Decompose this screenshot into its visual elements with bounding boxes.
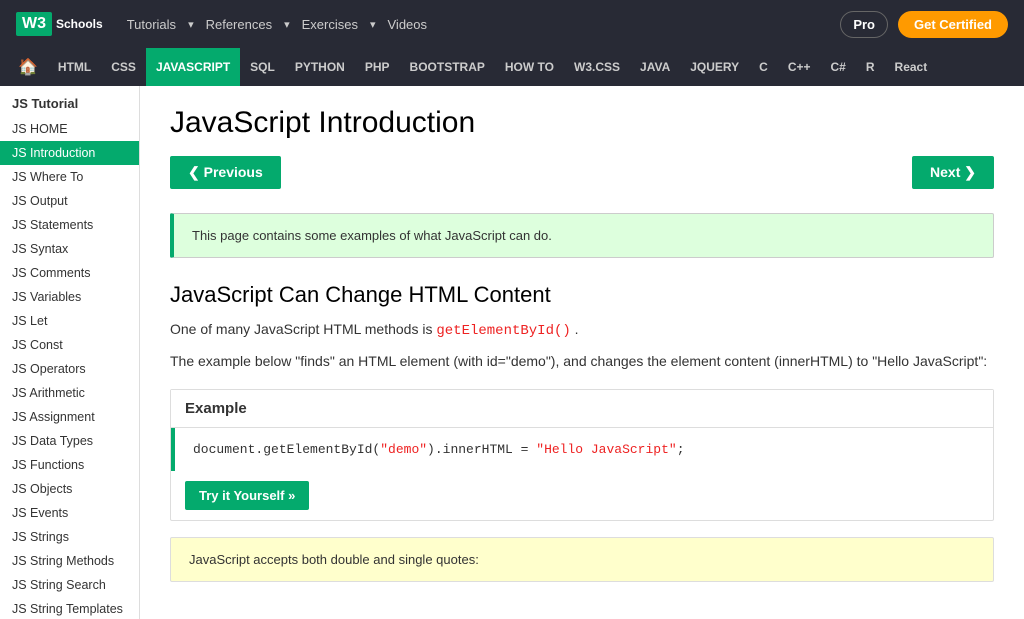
yellow-info-box: JavaScript accepts both double and singl… [170,537,994,582]
example-code: document.getElementById("demo").innerHTM… [171,428,993,471]
example-box: Example document.getElementById("demo").… [170,389,994,521]
info-box: This page contains some examples of what… [170,213,994,258]
sidebar-item-js-where-to[interactable]: JS Where To [0,165,139,189]
sidebar-item-js-output[interactable]: JS Output [0,189,139,213]
pro-badge[interactable]: Pro [840,11,888,38]
code-method: document.getElementById( [193,442,380,457]
code-string2: "Hello JavaScript" [536,442,676,457]
sidebar-item-js-variables[interactable]: JS Variables [0,285,139,309]
logo-w3: W3 [16,12,52,37]
logo-text: Schools [56,18,103,30]
nav-css[interactable]: CSS [101,48,146,86]
nav-react[interactable]: React [885,48,938,86]
logo[interactable]: W3 Schools [16,12,103,37]
sidebar-item-js-let[interactable]: JS Let [0,309,139,333]
section1-text1: One of many JavaScript HTML methods is g… [170,318,994,342]
sidebar-item-js-strings[interactable]: JS Strings [0,525,139,549]
nav-howto[interactable]: HOW TO [495,48,564,86]
sidebar-item-js-arithmetic[interactable]: JS Arithmetic [0,381,139,405]
section1-code-inline[interactable]: getElementById() [436,323,570,339]
next-button[interactable]: Next ❯ [912,156,994,189]
section1-text1-after: . [575,321,579,337]
nav-c[interactable]: C [749,48,778,86]
sidebar-item-js-const[interactable]: JS Const [0,333,139,357]
example-header: Example [171,390,993,428]
top-nav-links: Tutorials ▾ References ▾ Exercises ▾ Vid… [119,13,825,36]
sidebar-item-js-string-search[interactable]: JS String Search [0,573,139,597]
example-footer: Try it Yourself » [171,471,993,520]
nav-python[interactable]: PYTHON [285,48,355,86]
tutorials-dropdown-icon: ▾ [188,13,194,36]
sidebar-item-js-functions[interactable]: JS Functions [0,453,139,477]
nav-r[interactable]: R [856,48,885,86]
code-method2: ).innerHTML = [427,442,536,457]
sidebar-item-js-comments[interactable]: JS Comments [0,261,139,285]
nav-java[interactable]: JAVA [630,48,680,86]
nav-buttons: ❮ Previous Next ❯ [170,156,994,189]
exercises-dropdown-icon: ▾ [370,13,376,36]
sidebar-item-js-data-types[interactable]: JS Data Types [0,429,139,453]
get-certified-button[interactable]: Get Certified [898,11,1008,38]
sidebar: JS Tutorial JS HOME JS Introduction JS W… [0,86,140,619]
nav-videos[interactable]: Videos [380,13,436,36]
nav-references[interactable]: References [198,13,280,36]
nav-w3css[interactable]: W3.CSS [564,48,630,86]
nav-jquery[interactable]: JQUERY [680,48,749,86]
sidebar-item-js-introduction[interactable]: JS Introduction [0,141,139,165]
nav-tutorials[interactable]: Tutorials [119,13,184,36]
prev-button[interactable]: ❮ Previous [170,156,281,189]
sidebar-item-js-string-methods[interactable]: JS String Methods [0,549,139,573]
code-string1: "demo" [380,442,427,457]
nav-html[interactable]: HTML [48,48,101,86]
nav-exercises[interactable]: Exercises [294,13,366,36]
nav-javascript[interactable]: JAVASCRIPT [146,48,240,86]
page-title: JavaScript Introduction [170,106,994,140]
section1-text2: The example below "finds" an HTML elemen… [170,350,994,372]
sidebar-item-js-home[interactable]: JS HOME [0,117,139,141]
section1-text1-before: One of many JavaScript HTML methods is [170,321,432,337]
sidebar-title: JS Tutorial [0,86,139,117]
top-nav-right: Pro Get Certified [840,11,1008,38]
sidebar-item-js-objects[interactable]: JS Objects [0,477,139,501]
top-nav: W3 Schools Tutorials ▾ References ▾ Exer… [0,0,1024,48]
section1-title: JavaScript Can Change HTML Content [170,282,994,308]
references-dropdown-icon: ▾ [284,13,290,36]
sidebar-item-js-syntax[interactable]: JS Syntax [0,237,139,261]
main-content: JavaScript Introduction ❮ Previous Next … [140,86,1024,619]
try-it-button[interactable]: Try it Yourself » [185,481,309,510]
nav-php[interactable]: PHP [355,48,400,86]
sidebar-item-js-operators[interactable]: JS Operators [0,357,139,381]
home-nav-item[interactable]: 🏠 [8,48,48,86]
nav-bootstrap[interactable]: BOOTSTRAP [400,48,495,86]
nav-sql[interactable]: SQL [240,48,285,86]
sidebar-item-js-events[interactable]: JS Events [0,501,139,525]
layout: JS Tutorial JS HOME JS Introduction JS W… [0,86,1024,619]
sidebar-item-js-assignment[interactable]: JS Assignment [0,405,139,429]
sidebar-item-js-string-templates[interactable]: JS String Templates [0,597,139,619]
code-semicolon: ; [677,442,685,457]
nav-cpp[interactable]: C++ [778,48,821,86]
sidebar-item-js-statements[interactable]: JS Statements [0,213,139,237]
nav-csharp[interactable]: C# [821,48,856,86]
lang-nav: 🏠 HTML CSS JAVASCRIPT SQL PYTHON PHP BOO… [0,48,1024,86]
